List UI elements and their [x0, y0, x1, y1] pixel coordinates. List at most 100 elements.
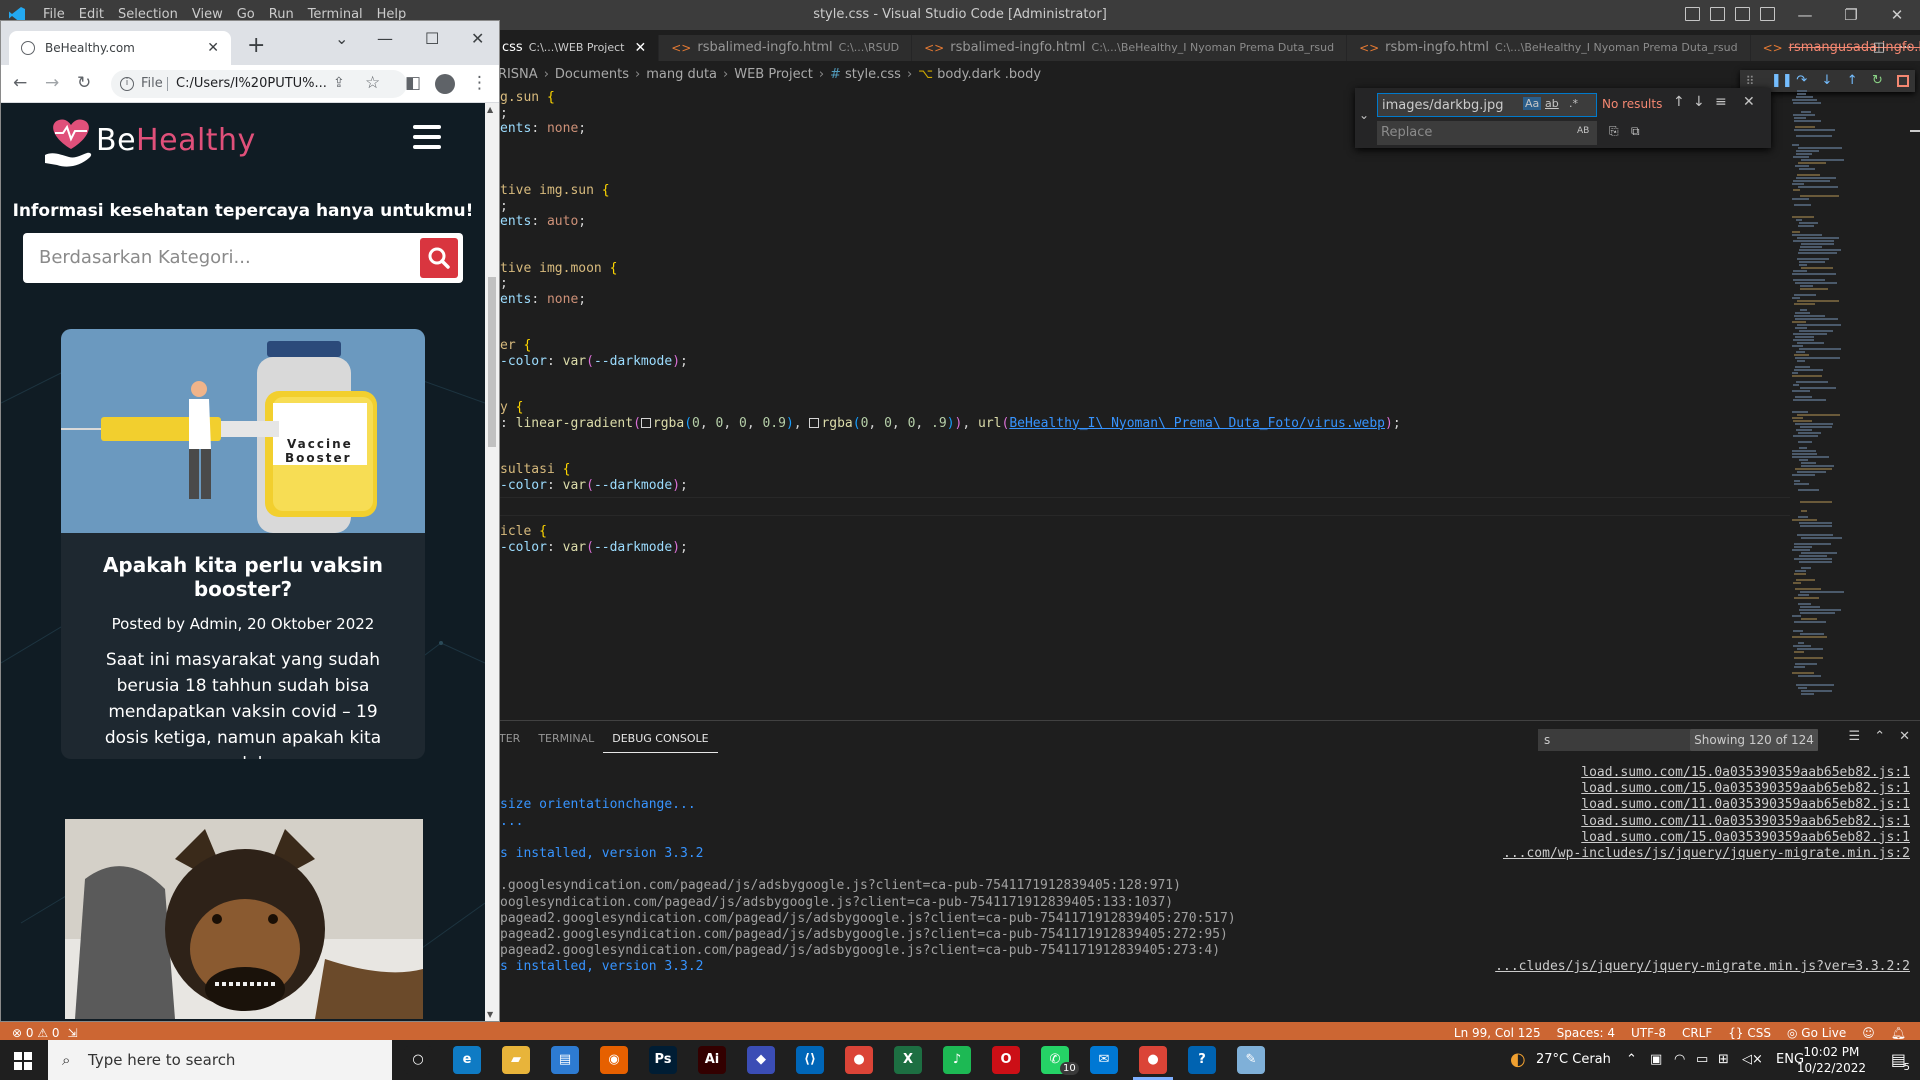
scroll-down-icon[interactable]: ▼ [487, 1010, 493, 1019]
bookmark-star-icon[interactable]: ☆ [365, 73, 380, 93]
taskbar-app-chrome-active-icon[interactable]: ● [1139, 1046, 1167, 1074]
replace-all-icon[interactable]: ⧉ [1631, 124, 1640, 139]
taskbar-app-mail-icon[interactable]: ✉ [1090, 1046, 1118, 1074]
site-info-icon[interactable]: i [120, 77, 134, 91]
find-input[interactable]: images/darkbg.jpg [1377, 93, 1597, 117]
volume-icon[interactable]: ◁× [1742, 1040, 1763, 1080]
new-tab-button[interactable]: + [247, 33, 265, 58]
search-input[interactable]: Berdasarkan Kategori... [39, 247, 251, 268]
close-panel-icon[interactable]: ✕ [1899, 729, 1910, 744]
close-find-icon[interactable]: ✕ [1743, 94, 1755, 110]
breadcrumb-item[interactable]: mang duta [646, 67, 717, 82]
scroll-up-icon[interactable]: ▲ [487, 105, 493, 114]
console-source-link[interactable]: ...cludes/js/jquery/jquery-migrate.min.j… [1495, 959, 1910, 975]
more-actions-icon[interactable]: ⋯ [1899, 35, 1912, 61]
code-line[interactable]: ents: none; [500, 290, 586, 309]
code-line[interactable]: ents: auto; [500, 212, 586, 231]
search-button[interactable] [420, 238, 458, 278]
show-hidden-icons[interactable]: ⌃ [1626, 1040, 1637, 1080]
chrome-tab-behealthy[interactable]: BeHealthy.com ✕ [9, 31, 231, 65]
previous-match-icon[interactable]: ↑ [1673, 94, 1685, 110]
article-image-dog[interactable] [65, 819, 423, 1019]
breadcrumb-item[interactable]: body.dark .body [937, 67, 1041, 82]
code-line[interactable]: -color: var(--darkmode); [500, 476, 688, 495]
console-source-link[interactable]: load.sumo.com/11.0a035390359aab65eb82.js… [1581, 797, 1910, 813]
regex-option[interactable]: .* [1569, 97, 1578, 110]
code-line[interactable]: tive img.moon { [500, 259, 617, 278]
taskbar-app-task-view-icon[interactable]: ○ [404, 1046, 432, 1074]
weather-icon[interactable]: ◐ [1510, 1040, 1526, 1080]
stop-icon[interactable] [1897, 75, 1910, 87]
clear-console-icon[interactable]: ☰ [1849, 729, 1861, 744]
taskbar-search-box[interactable]: ⌕ Type here to search [48, 1040, 392, 1080]
display-icon[interactable]: ⊞ [1718, 1040, 1729, 1080]
windows-start-icon[interactable] [14, 1052, 32, 1070]
wifi-icon[interactable]: ◠ [1674, 1040, 1685, 1080]
heart-hand-logo-icon[interactable] [41, 115, 101, 171]
next-match-icon[interactable]: ↓ [1693, 94, 1705, 110]
split-editor-icon[interactable]: ◫ [1873, 35, 1885, 61]
taskbar-app-chrome-icon[interactable]: ● [845, 1046, 873, 1074]
side-panel-icon[interactable]: ◧ [405, 73, 421, 93]
match-case-option[interactable]: Aa [1523, 97, 1542, 110]
forward-icon[interactable]: → [45, 73, 59, 93]
code-editor[interactable]: g.sun {; ents: none; tive img.sun {; ents: … [490, 88, 1790, 708]
minimize-button[interactable]: — [1782, 0, 1828, 30]
console-source-link[interactable]: ...com/wp-includes/js/jquery/jquery-migr… [1503, 846, 1910, 862]
reload-icon[interactable]: ↻ [77, 73, 91, 93]
editor-scrollbar[interactable] [1910, 130, 1920, 132]
code-line[interactable]: -color: var(--darkmode); [500, 352, 688, 371]
code-line[interactable]: -color: var(--darkmode); [500, 538, 688, 557]
tab-terminal[interactable]: TERMINAL [529, 725, 603, 753]
console-source-link[interactable]: load.sumo.com/15.0a035390359aab65eb82.js… [1581, 765, 1910, 781]
profile-avatar[interactable] [435, 74, 455, 94]
toggle-secondary-sidebar-icon[interactable] [1735, 7, 1750, 21]
toggle-sidebar-icon[interactable] [1685, 7, 1700, 21]
close-button[interactable]: ✕ [471, 29, 484, 48]
close-tab-icon[interactable]: ✕ [207, 31, 219, 65]
console-source-link[interactable]: load.sumo.com/15.0a035390359aab65eb82.js… [1581, 781, 1910, 797]
breadcrumb-item[interactable]: WEB Project [734, 67, 813, 82]
step-over-icon[interactable]: ↷ [1796, 74, 1810, 88]
toggle-replace-icon[interactable]: ⌄ [1359, 108, 1369, 122]
minimap[interactable] [1790, 88, 1910, 708]
page-scrollbar[interactable]: ▲ ▼ [485, 103, 499, 1021]
article-card[interactable]: Vaccine Booster Apakah kita perlu vaksin… [61, 329, 425, 759]
whole-word-option[interactable]: ab [1545, 97, 1559, 110]
maximize-panel-icon[interactable]: ⌃ [1874, 729, 1885, 744]
step-into-icon[interactable]: ↓ [1821, 74, 1835, 88]
pause-icon[interactable]: ❚❚ [1771, 74, 1793, 88]
tab-search-icon[interactable]: ⌄ [335, 29, 348, 48]
close-button[interactable]: ✕ [1874, 0, 1920, 30]
tab-rsbm-ingfo[interactable]: <> rsbm-ingfo.html C:\...\BeHealthy_I Ny… [1347, 35, 1751, 61]
article-title[interactable]: Apakah kita perlu vaksin booster? [61, 553, 425, 601]
tab-rsbalimed-ingfo-rsud[interactable]: <> rsbalimed-ingfo.html C:\...\RSUD [659, 35, 913, 61]
taskbar-app-edge-icon[interactable]: e [453, 1046, 481, 1074]
taskbar-app-spotify-icon[interactable]: ♪ [943, 1046, 971, 1074]
code-line[interactable]: ents: none; [500, 119, 586, 138]
color-swatch-icon[interactable] [640, 417, 651, 428]
meet-now-icon[interactable]: ▣ [1650, 1040, 1662, 1080]
taskbar-app-vscode-icon[interactable]: ⟨⟩ [796, 1046, 824, 1074]
color-swatch-icon[interactable] [809, 417, 820, 428]
code-line[interactable]: tive img.sun { [500, 181, 610, 200]
find-in-selection-icon[interactable]: ≡ [1715, 94, 1727, 110]
restore-button[interactable]: ❐ [1828, 0, 1874, 30]
step-out-icon[interactable]: ↑ [1847, 74, 1861, 88]
drag-handle-icon[interactable]: ⠿ [1746, 74, 1760, 88]
taskbar-app-store-icon[interactable]: ▤ [551, 1046, 579, 1074]
toggle-panel-icon[interactable] [1710, 7, 1725, 21]
replace-one-icon[interactable]: ⎘ [1609, 124, 1619, 139]
taskbar-app-opera-icon[interactable]: O [992, 1046, 1020, 1074]
customize-layout-icon[interactable] [1760, 7, 1775, 21]
battery-icon[interactable]: ▭ [1696, 1040, 1708, 1080]
back-icon[interactable]: ← [13, 73, 27, 93]
taskbar-app-notepad-icon[interactable]: ✎ [1237, 1046, 1265, 1074]
replace-input[interactable]: Replace [1377, 121, 1597, 145]
tab-rsbalimed-ingfo-behealthy[interactable]: <> rsbalimed-ingfo.html C:\...\BeHealthy… [912, 35, 1348, 61]
clock[interactable]: 10:02 PM 10/22/2022 [1797, 1044, 1866, 1076]
breadcrumb-item[interactable]: style.css [845, 67, 901, 82]
close-tab-icon[interactable]: ✕ [635, 35, 647, 61]
tab-style-css[interactable]: css C:\...\WEB Project ✕ [490, 35, 660, 61]
breadcrumb-item[interactable]: Documents [555, 67, 629, 82]
